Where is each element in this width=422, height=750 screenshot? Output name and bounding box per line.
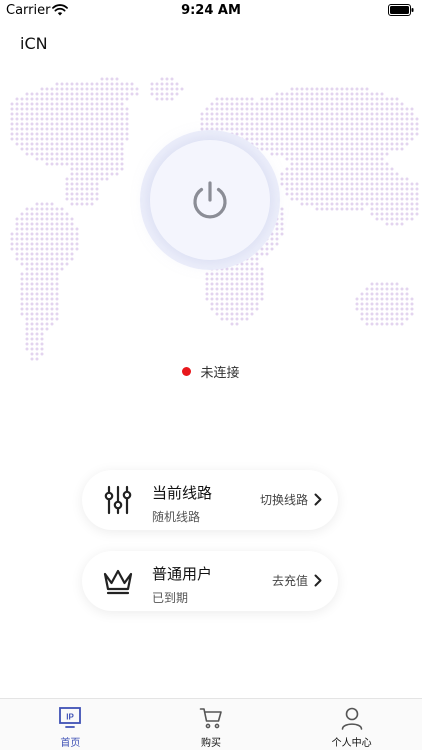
plan-card[interactable]: 普通用户 已到期 去充值	[82, 551, 338, 611]
svg-text:IP: IP	[67, 713, 75, 722]
connection-status: 未连接	[0, 362, 422, 381]
route-card-title: 当前线路	[152, 484, 213, 502]
ip-icon: IP	[59, 707, 82, 728]
switch-route-label: 切换线路	[259, 493, 308, 507]
cart-icon	[199, 708, 222, 729]
connection-status-text: 未连接	[200, 366, 240, 381]
chevron-right-icon	[314, 574, 322, 587]
route-card[interactable]: 当前线路 随机线路 切换线路	[82, 470, 338, 530]
route-card-subtitle: 随机线路	[152, 510, 201, 524]
switch-route-link[interactable]: 切换线路	[260, 491, 322, 508]
recharge-link[interactable]: 去充值	[272, 572, 322, 589]
status-dot-icon	[182, 367, 192, 376]
recharge-label: 去充值	[271, 574, 308, 588]
connect-power-button[interactable]	[150, 140, 270, 260]
tab-home-label: 首页	[60, 738, 81, 749]
tab-home[interactable]: IP 首页	[0, 699, 141, 750]
user-icon	[341, 707, 362, 730]
sliders-icon	[104, 485, 132, 515]
tab-profile-label: 个人中心	[331, 738, 372, 749]
power-icon	[193, 181, 227, 219]
crown-icon	[103, 569, 133, 595]
tab-bar: IP 首页 购买 个人中心	[0, 698, 422, 750]
status-bar: Carrier 9:24 AM	[0, 0, 422, 22]
app-title: iCN	[20, 34, 48, 53]
plan-card-title: 普通用户	[152, 565, 213, 583]
battery-icon	[388, 4, 414, 16]
tab-buy[interactable]: 购买	[141, 699, 282, 750]
chevron-right-icon	[314, 493, 322, 506]
clock: 9:24 AM	[181, 3, 241, 18]
tab-buy-label: 购买	[201, 738, 221, 749]
plan-card-subtitle: 已到期	[152, 591, 189, 605]
tab-profile[interactable]: 个人中心	[281, 699, 422, 750]
